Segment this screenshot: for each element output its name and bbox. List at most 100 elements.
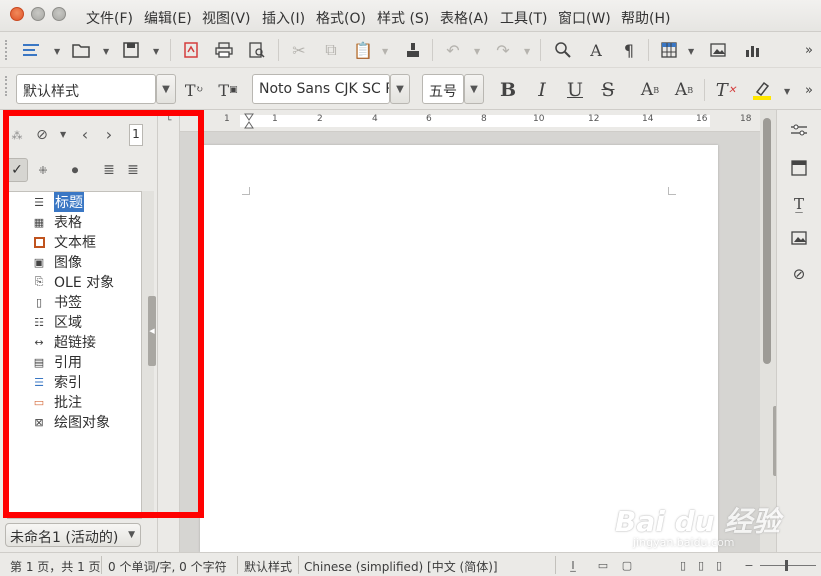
vertical-scrollbar[interactable]	[760, 110, 779, 552]
export-pdf-icon[interactable]	[180, 39, 202, 61]
page-count[interactable]: 第 1 页，共 1 页	[10, 558, 101, 575]
window-close-button[interactable]	[10, 7, 24, 21]
clear-formatting-icon[interactable]: T ✕	[714, 79, 738, 101]
navigate-by-dropdown-icon[interactable]: ▼	[60, 130, 66, 139]
subscript-icon[interactable]: AB	[672, 79, 696, 101]
new-dropdown-icon[interactable]: ▼	[54, 47, 60, 56]
digital-signature-icon[interactable]: ▢	[620, 558, 634, 572]
menu-format[interactable]: 格式(O)	[316, 8, 366, 28]
navigator-item-references[interactable]: ▤ 引用	[32, 353, 82, 371]
navigate-by-icon[interactable]: ⊘	[33, 126, 51, 144]
navigator-item-headings[interactable]: ☰ 标题	[32, 192, 84, 212]
menu-styles[interactable]: 样式 (S)	[377, 8, 429, 28]
demote-level-icon[interactable]: ≣	[124, 161, 142, 179]
properties-icon[interactable]	[789, 120, 809, 140]
copy-icon[interactable]: ⧉	[320, 39, 342, 61]
navigator-collapse-handle[interactable]: ◀	[148, 296, 156, 366]
menu-table[interactable]: 表格(A)	[440, 8, 489, 28]
window-minimize-button[interactable]	[31, 7, 45, 21]
zoom-out-icon[interactable]: −	[742, 558, 756, 572]
navigator-item-frames[interactable]: 文本框	[32, 233, 96, 251]
underline-icon[interactable]: U	[563, 79, 587, 101]
paste-icon[interactable]: 📋	[352, 39, 374, 61]
paragraph-style-combo[interactable]: 默认样式	[16, 74, 156, 104]
navigator-tree[interactable]: ☰ 标题 ▦ 表格 文本框 ▣ 图像 ⎘ OLE 对象 ▯ 书签 ☷ 区域 ↔	[7, 191, 142, 519]
insert-table-icon[interactable]	[658, 39, 680, 61]
scrollbar-thumb[interactable]	[763, 118, 771, 364]
drag-mode-icon[interactable]: ⁜	[34, 161, 52, 179]
page-number-input[interactable]: 1	[129, 124, 143, 146]
gallery-icon[interactable]	[789, 228, 809, 248]
table-dropdown-icon[interactable]: ▼	[688, 47, 694, 56]
menu-edit[interactable]: 编辑(E)	[144, 8, 192, 28]
ruler-tab-icon[interactable]: └	[166, 116, 171, 126]
menu-insert[interactable]: 插入(I)	[262, 8, 305, 28]
redo-icon[interactable]: ↷	[492, 39, 514, 61]
word-count[interactable]: 0 个单词/字, 0 个字符	[108, 558, 227, 575]
menu-tools[interactable]: 工具(T)	[500, 8, 547, 28]
window-maximize-button[interactable]	[52, 7, 66, 21]
save-icon[interactable]	[120, 39, 142, 61]
highlight-dropdown-icon[interactable]: ▼	[784, 87, 790, 96]
toolbar-grip[interactable]	[5, 40, 8, 60]
font-size-dropdown-icon[interactable]: ▼	[464, 74, 484, 104]
undo-icon[interactable]: ↶	[442, 39, 464, 61]
new-document-icon[interactable]	[20, 39, 42, 61]
save-dropdown-icon[interactable]: ▼	[153, 47, 159, 56]
spelling-icon[interactable]: A	[585, 39, 607, 61]
previous-icon[interactable]: ‹	[76, 125, 94, 144]
navigator-item-comments[interactable]: ▭ 批注	[32, 393, 82, 411]
navigator-icon[interactable]: ⊘	[789, 264, 809, 284]
styles-icon[interactable]: T̲	[789, 194, 809, 214]
highlight-color-icon[interactable]	[750, 79, 774, 101]
attachment-icon[interactable]: ⦁	[66, 161, 84, 179]
print-preview-icon[interactable]	[246, 39, 268, 61]
open-folder-icon[interactable]	[70, 39, 92, 61]
print-icon[interactable]	[213, 39, 235, 61]
bold-icon[interactable]: B	[496, 79, 520, 101]
menu-help[interactable]: 帮助(H)	[621, 8, 670, 28]
navigator-item-images[interactable]: ▣ 图像	[32, 253, 82, 271]
redo-dropdown-icon[interactable]: ▼	[524, 47, 530, 56]
strikethrough-icon[interactable]: S	[596, 79, 620, 101]
menu-view[interactable]: 视图(V)	[202, 8, 251, 28]
navigator-item-tables[interactable]: ▦ 表格	[32, 213, 82, 231]
font-name-combo[interactable]: Noto Sans CJK SC R	[252, 74, 390, 104]
toolbar-overflow-icon[interactable]: »	[798, 79, 820, 101]
indent-marker-icon[interactable]	[244, 113, 254, 129]
zoom-slider-handle[interactable]	[785, 560, 788, 571]
paragraph-style-dropdown-icon[interactable]: ▼	[156, 74, 176, 104]
content-view-toggle-icon[interactable]: ✓	[6, 158, 28, 182]
font-size-combo[interactable]: 五号	[422, 74, 464, 104]
clone-formatting-icon[interactable]	[402, 39, 424, 61]
multi-page-view-icon[interactable]: ▯	[694, 558, 708, 572]
navigator-item-ole-objects[interactable]: ⎘ OLE 对象	[32, 273, 115, 291]
insert-chart-icon[interactable]	[742, 39, 764, 61]
toolbar-grip[interactable]	[5, 76, 8, 96]
update-style-icon[interactable]: T ↻	[182, 79, 206, 101]
undo-dropdown-icon[interactable]: ▼	[474, 47, 480, 56]
insert-image-icon[interactable]	[708, 39, 730, 61]
new-style-icon[interactable]: T ▣	[216, 79, 240, 101]
find-replace-icon[interactable]	[552, 39, 574, 61]
page-icon[interactable]	[789, 158, 809, 178]
open-dropdown-icon[interactable]: ▼	[103, 47, 109, 56]
menu-window[interactable]: 窗口(W)	[558, 8, 611, 28]
document-select[interactable]: 未命名1 (活动的) ▼	[5, 523, 141, 547]
content-navigation-icon[interactable]: ⁂	[8, 126, 26, 144]
language[interactable]: Chinese (simplified) [中文 (简体)]	[304, 558, 498, 575]
document-modified-icon[interactable]: ▭	[596, 558, 610, 572]
navigator-item-sections[interactable]: ☷ 区域	[32, 313, 82, 331]
font-name-dropdown-icon[interactable]: ▼	[390, 74, 410, 104]
menu-file[interactable]: 文件(F)	[86, 8, 133, 28]
single-page-view-icon[interactable]: ▯	[676, 558, 690, 572]
next-icon[interactable]: ›	[100, 125, 118, 144]
paste-dropdown-icon[interactable]: ▼	[382, 47, 388, 56]
zoom-slider[interactable]	[760, 565, 816, 566]
navigator-item-bookmarks[interactable]: ▯ 书签	[32, 293, 82, 311]
formatting-marks-icon[interactable]: ¶	[618, 39, 640, 61]
insert-mode-icon[interactable]: I̲	[566, 558, 580, 572]
toolbar-overflow-icon[interactable]: »	[798, 39, 820, 61]
promote-level-icon[interactable]: ≣	[100, 161, 118, 179]
cut-icon[interactable]: ✂	[288, 39, 310, 61]
